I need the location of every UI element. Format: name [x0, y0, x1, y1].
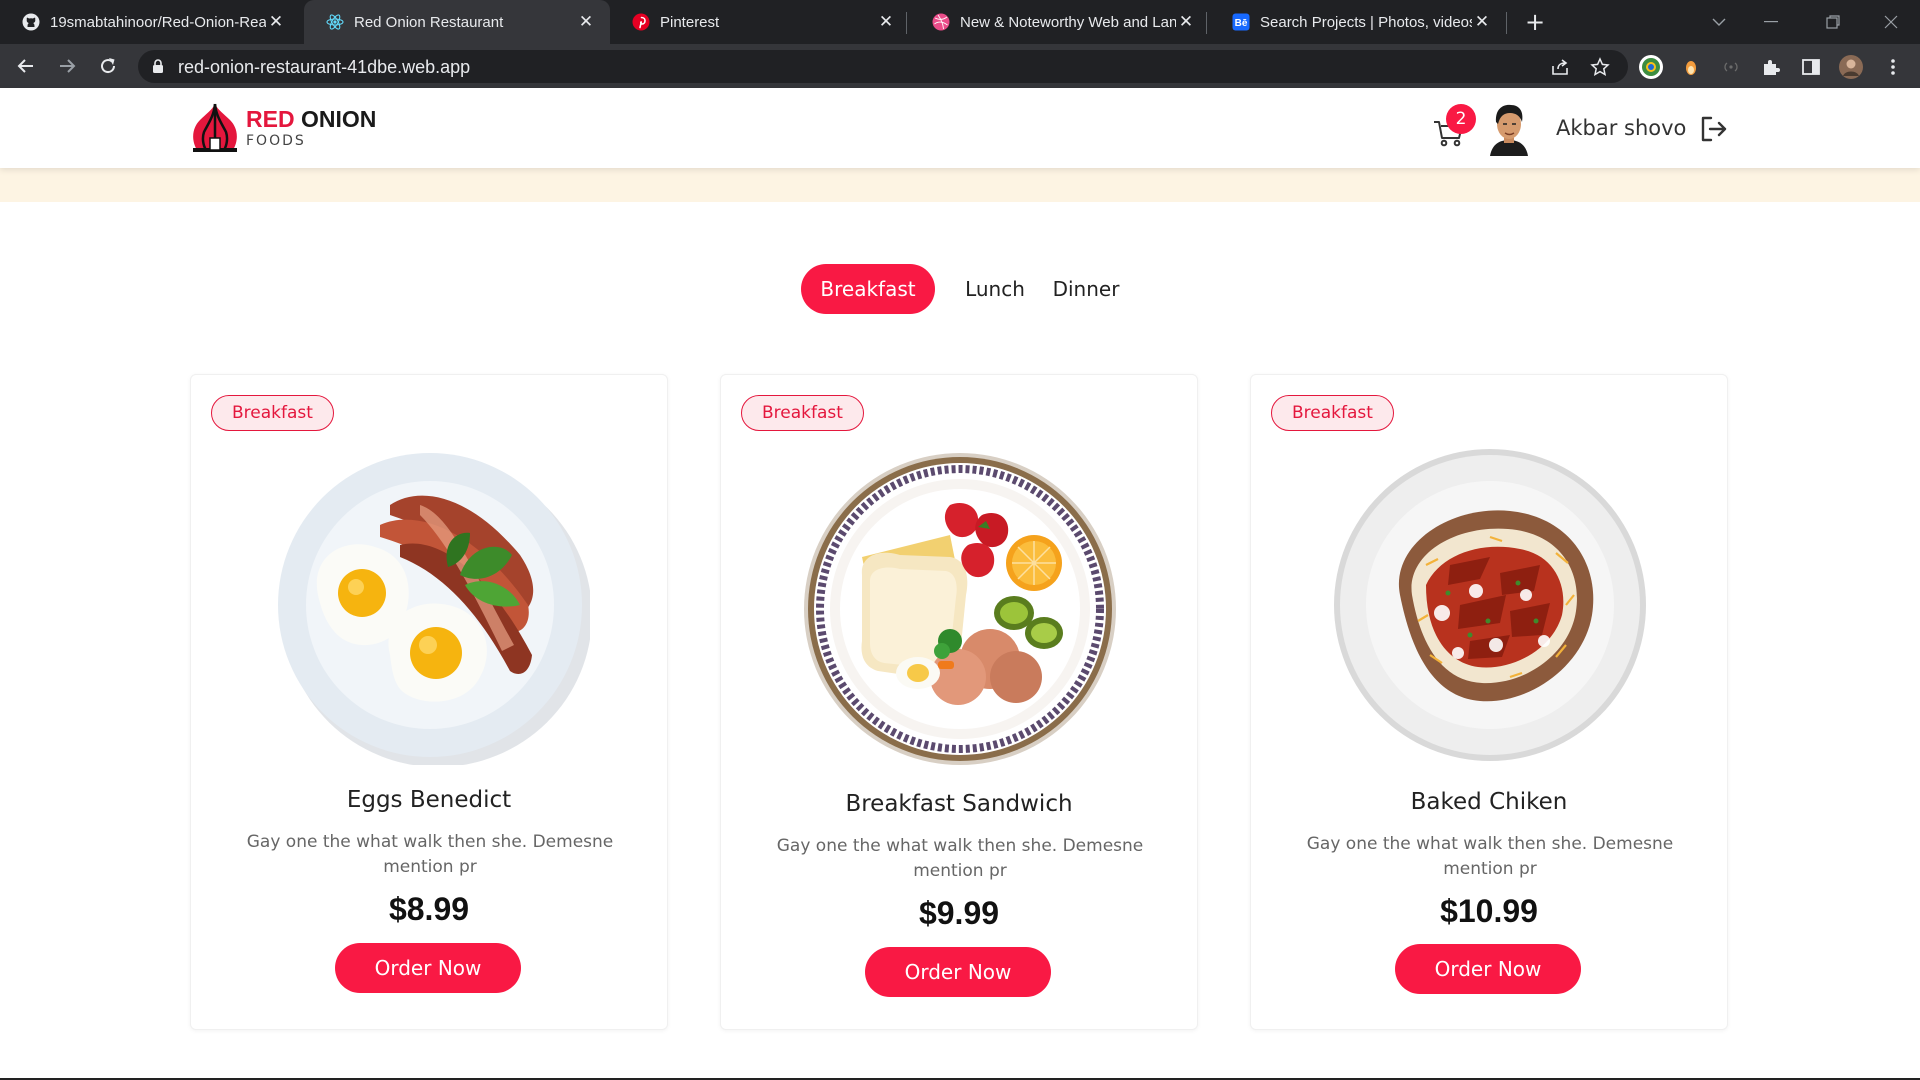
svg-text:Bē: Bē: [1235, 18, 1248, 29]
logo-onion-text: ONION: [300, 106, 377, 132]
restore-icon[interactable]: [1804, 0, 1862, 44]
header-banner-strip: [0, 168, 1920, 202]
chrome-extension-icon[interactable]: [1638, 54, 1664, 80]
reload-icon[interactable]: [92, 50, 124, 82]
browser-tab-github[interactable]: 19smabtahinoor/Red-Onion-Rea ✕: [0, 0, 300, 44]
tab-title: Pinterest: [660, 13, 720, 31]
back-icon[interactable]: [10, 50, 42, 82]
logo-foods-text: FOODS: [246, 133, 306, 149]
browser-tab-pinterest[interactable]: Pinterest ✕: [610, 0, 910, 44]
pinterest-icon: [632, 13, 650, 31]
order-now-button[interactable]: Order Now: [865, 947, 1051, 997]
minimize-icon[interactable]: [1742, 0, 1800, 44]
side-panel-icon[interactable]: [1798, 54, 1824, 80]
site-header: RED ONION FOODS 2 Akbar shovo: [0, 88, 1920, 168]
order-now-button[interactable]: Order Now: [335, 943, 521, 993]
food-price: $9.99: [918, 895, 1000, 931]
window-close-icon[interactable]: [1862, 0, 1920, 44]
browser-toolbar: red-onion-restaurant-41dbe.web.app: [0, 44, 1920, 88]
category-tag: Breakfast: [1271, 395, 1394, 431]
tab-title: 19smabtahinoor/Red-Onion-Rea: [50, 13, 266, 31]
category-tag: Breakfast: [741, 395, 864, 431]
browser-tab-red-onion[interactable]: Red Onion Restaurant ✕: [304, 0, 610, 44]
tab-dinner[interactable]: Dinner: [1046, 264, 1126, 314]
food-name: Breakfast Sandwich: [845, 791, 1073, 817]
browser-menu-icon[interactable]: [1880, 54, 1906, 80]
logo-red-text: RED: [246, 106, 295, 132]
food-card[interactable]: Breakfast: [720, 374, 1198, 1030]
close-icon[interactable]: ✕: [876, 12, 896, 32]
react-icon: [326, 13, 344, 31]
extension-flame-icon[interactable]: [1678, 54, 1704, 80]
forward-icon[interactable]: [51, 50, 83, 82]
browser-tab-strip: 19smabtahinoor/Red-Onion-Rea ✕ Red Onion…: [0, 0, 1920, 44]
food-description: Gay one the what walk then she. Demesne …: [1306, 834, 1674, 879]
food-price: $10.99: [1440, 893, 1538, 929]
web-page: RED ONION FOODS 2 Akbar shovo Breakfast …: [0, 88, 1920, 1080]
food-description: Gay one the what walk then she. Demesne …: [246, 832, 614, 877]
tab-title: Red Onion Restaurant: [354, 13, 504, 31]
github-icon: [22, 13, 40, 31]
tab-lunch[interactable]: Lunch: [955, 264, 1035, 314]
bookmark-star-icon[interactable]: [1590, 57, 1610, 77]
category-tag: Breakfast: [211, 395, 334, 431]
order-now-button[interactable]: Order Now: [1395, 944, 1581, 994]
baked-chicken-image: [1334, 449, 1646, 761]
food-card[interactable]: Breakfast: [1250, 374, 1728, 1030]
extensions-puzzle-icon[interactable]: [1758, 54, 1784, 80]
tab-separator: [1506, 12, 1507, 34]
food-name: Eggs Benedict: [346, 787, 512, 813]
site-logo[interactable]: RED ONION FOODS: [190, 102, 376, 154]
user-avatar[interactable]: [1486, 102, 1532, 156]
cart-count-badge[interactable]: 2: [1446, 104, 1476, 134]
behance-icon: Bē: [1232, 13, 1250, 31]
food-description: Gay one the what walk then she. Demesne …: [776, 836, 1144, 881]
close-icon[interactable]: ✕: [576, 12, 596, 32]
close-icon[interactable]: ✕: [1472, 12, 1492, 32]
tab-separator: [906, 12, 907, 34]
lock-icon[interactable]: [152, 58, 164, 78]
browser-tab-dribbble[interactable]: New & Noteworthy Web and Lan ✕: [910, 0, 1210, 44]
logout-icon[interactable]: [1698, 114, 1728, 144]
menu-category-tabs: Breakfast Lunch Dinner: [0, 264, 1920, 314]
breakfast-sandwich-image: [804, 453, 1116, 765]
food-name: Baked Chiken: [1410, 789, 1568, 815]
address-bar[interactable]: red-onion-restaurant-41dbe.web.app: [138, 50, 1628, 83]
tab-separator: [1206, 12, 1207, 34]
extension-broadcast-icon[interactable]: [1718, 54, 1744, 80]
close-icon[interactable]: ✕: [1176, 12, 1196, 32]
food-price: $8.99: [388, 891, 470, 927]
browser-tab-behance[interactable]: Bē Search Projects | Photos, videos, l ✕: [1210, 0, 1506, 44]
tab-search-icon[interactable]: [1690, 0, 1748, 44]
url-text[interactable]: red-onion-restaurant-41dbe.web.app: [178, 57, 470, 78]
dribbble-icon: [932, 13, 950, 31]
tab-breakfast[interactable]: Breakfast: [801, 264, 935, 314]
onion-logo-icon: [193, 103, 237, 152]
profile-avatar-icon[interactable]: [1838, 54, 1864, 80]
share-icon[interactable]: [1550, 57, 1570, 77]
close-icon[interactable]: ✕: [266, 12, 286, 32]
tab-title: New & Noteworthy Web and Lan: [960, 13, 1176, 31]
new-tab-button[interactable]: +: [1520, 0, 1550, 44]
user-name[interactable]: Akbar shovo: [1556, 116, 1686, 140]
tab-title: Search Projects | Photos, videos, l: [1260, 13, 1472, 31]
eggs-benedict-image: [278, 453, 590, 765]
food-card[interactable]: Breakfast Eggs Benedict Gay one the what…: [190, 374, 668, 1030]
